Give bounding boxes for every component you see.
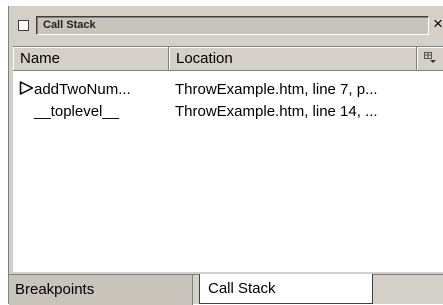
table-row[interactable]: __toplevel__ ThrowExample.htm, line 14, … — [13, 100, 443, 122]
pin-checkbox[interactable] — [18, 20, 29, 31]
frame-name: addTwoNum... — [34, 81, 131, 98]
call-stack-list: Name Location addTwoNum... ThrowExample.… — [13, 46, 443, 272]
list-header: Name Location — [13, 47, 443, 71]
frame-name-cell: __toplevel__ — [19, 103, 119, 120]
table-row[interactable]: addTwoNum... ThrowExample.htm, line 7, p… — [13, 78, 443, 100]
column-header-name[interactable]: Name — [13, 47, 169, 71]
column-chooser-icon — [424, 52, 436, 63]
frame-location: ThrowExample.htm, line 7, p... — [175, 81, 378, 98]
tab-breakpoints[interactable]: Breakpoints — [9, 275, 193, 305]
frame-name-cell: addTwoNum... — [19, 81, 131, 98]
frame-name: __toplevel__ — [34, 103, 120, 120]
panel-title-field: Call Stack — [36, 16, 429, 35]
panel-title-bar: Call Stack × — [9, 6, 443, 42]
panel-title: Call Stack — [43, 19, 96, 31]
current-frame-arrow-icon — [19, 81, 34, 95]
close-icon[interactable]: × — [433, 14, 443, 34]
tab-call-stack[interactable]: Call Stack — [199, 274, 373, 304]
column-header-location[interactable]: Location — [169, 47, 417, 71]
panel-tab-bar: Breakpoints Call Stack — [9, 274, 443, 305]
column-chooser-button[interactable] — [417, 47, 443, 71]
frame-location: ThrowExample.htm, line 14, ... — [175, 103, 378, 120]
call-stack-panel: Call Stack × Name Location addTwoNum... — [8, 6, 443, 305]
